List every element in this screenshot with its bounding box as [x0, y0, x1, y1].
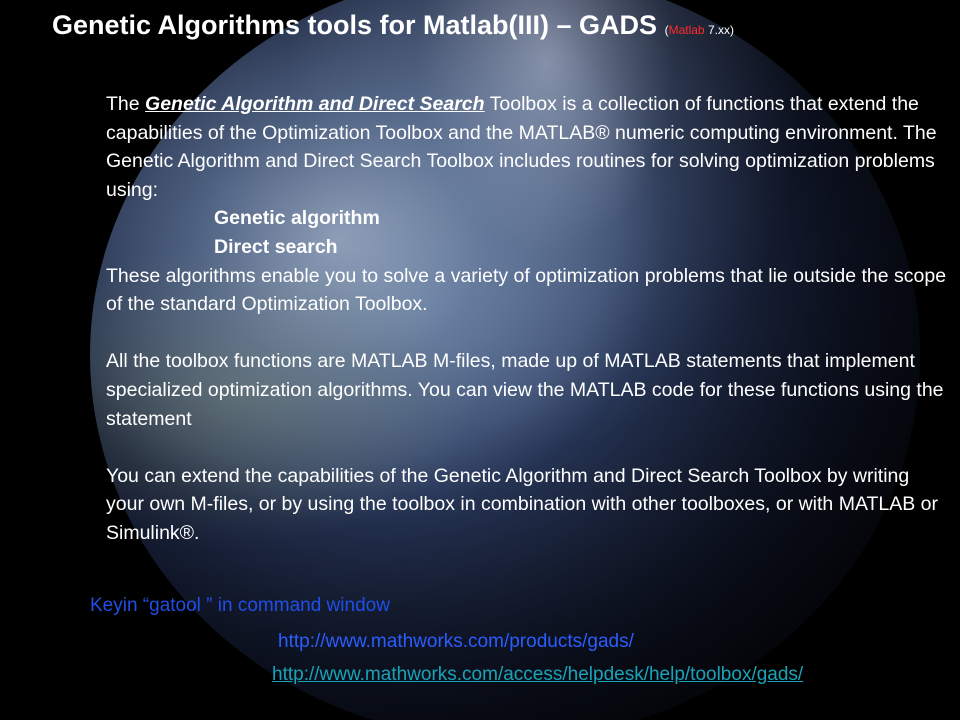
slide-body: The Genetic Algorithm and Direct Search … — [106, 90, 951, 548]
paragraph-extend: You can extend the capabilities of the G… — [106, 464, 939, 544]
paragraph-scope: These algorithms enable you to solve a v… — [106, 264, 947, 316]
link-helpdesk-gads[interactable]: http://www.mathworks.com/access/helpdesk… — [272, 664, 803, 686]
note-matlab: Matlab — [668, 23, 705, 37]
intro-pre: The — [106, 93, 146, 115]
list-item-direct-search: Direct search — [214, 235, 338, 258]
slide-title: Genetic Algorithms tools for Matlab(III)… — [52, 10, 734, 41]
title-version-note: (Matlab 7.xx) — [665, 23, 734, 37]
list-item-genetic-algorithm: Genetic algorithm — [214, 207, 380, 230]
slide: Genetic Algorithms tools for Matlab(III)… — [0, 0, 960, 720]
link-products-gads[interactable]: http://www.mathworks.com/products/gads/ — [278, 631, 634, 653]
paragraph-mfiles: All the toolbox functions are MATLAB M-f… — [106, 350, 944, 430]
keyin-instruction: Keyin “gatool ” in command window — [90, 595, 390, 616]
title-main: Genetic Algorithms tools for Matlab(III)… — [52, 10, 658, 40]
toolbox-name-emphasis: Genetic Algorithm and Direct Search — [145, 93, 485, 115]
note-rest: 7.xx) — [704, 23, 734, 37]
paragraph-intro: The Genetic Algorithm and Direct Search … — [106, 90, 951, 204]
